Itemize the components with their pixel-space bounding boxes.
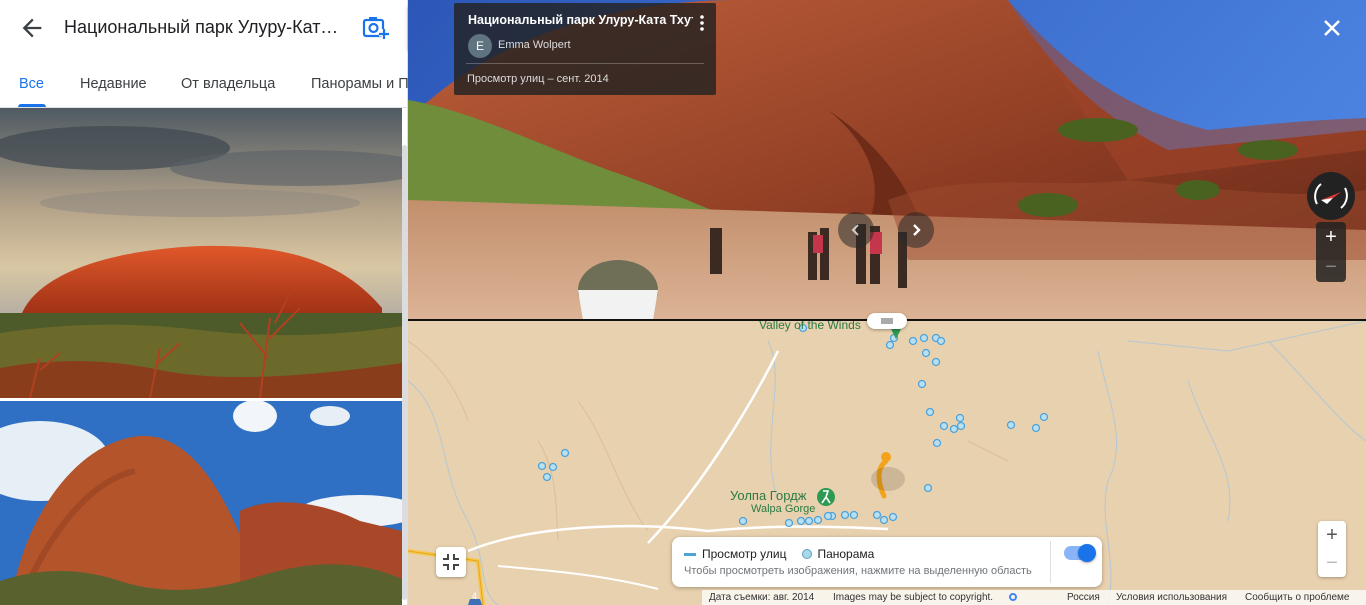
panel-header: Национальный парк Улуру-Ката Тхута — [0, 0, 408, 56]
back-button[interactable] — [18, 14, 46, 42]
legend-divider — [1050, 541, 1051, 583]
nav-arrow-forward[interactable] — [898, 212, 934, 248]
legend-hint: Чтобы просмотреть изображения, нажмите н… — [684, 565, 1032, 577]
compass-icon — [1314, 183, 1348, 209]
map-zoom: + − — [1318, 521, 1346, 577]
more-options-button[interactable] — [694, 13, 710, 33]
google-logo-icon — [1009, 593, 1017, 601]
drag-handle-icon — [881, 318, 893, 324]
author-avatar[interactable]: E — [468, 34, 492, 58]
chevron-left-icon — [851, 224, 859, 236]
close-icon — [1324, 20, 1340, 36]
street-view-layer-toggle[interactable] — [1064, 544, 1096, 562]
footer-report-link[interactable]: Сообщить о проблеме — [1245, 592, 1349, 603]
add-photo-button[interactable] — [360, 12, 392, 44]
add-photo-icon — [362, 17, 389, 39]
map-zoom-out-button[interactable]: − — [1318, 549, 1346, 577]
map-label-gorge-en[interactable]: Walpa Gorge — [751, 503, 815, 515]
photos-panel: Национальный парк Улуру-Ката Тхута Все Н… — [0, 0, 408, 605]
split-drag-handle[interactable] — [867, 313, 907, 329]
map-label-gorge-ru[interactable]: Уолпа Гордж — [730, 488, 806, 503]
toggle-knob — [1078, 544, 1096, 562]
close-button[interactable] — [1318, 14, 1346, 42]
photo-tabs: Все Недавние От владельца Панорамы и П — [0, 58, 408, 108]
tab-recent[interactable]: Недавние — [80, 76, 147, 92]
legend-street-view-label: Просмотр улиц — [702, 547, 787, 561]
capture-date: Просмотр улиц – сент. 2014 — [467, 73, 609, 85]
photo-kata-tjuta[interactable] — [0, 401, 402, 605]
map-legend: Просмотр улиц Панорама Чтобы просмотреть… — [672, 537, 1102, 587]
fullscreen-exit-icon — [443, 554, 459, 570]
chevron-right-icon — [913, 224, 921, 236]
nav-arrow-back[interactable] — [838, 212, 874, 248]
card-divider — [466, 63, 704, 64]
sv-zoom-out-button[interactable]: − — [1316, 252, 1346, 282]
footer-country[interactable]: Россия — [1067, 592, 1100, 603]
photo-uluru-sunset[interactable] — [0, 108, 402, 398]
panel-scrollbar[interactable] — [402, 145, 407, 600]
road-number-badge: 4 — [472, 591, 478, 601]
panorama-info-card: Национальный парк Улуру-Ката Тхута E Emm… — [454, 3, 716, 95]
footer-terms-link[interactable]: Условия использования — [1116, 592, 1227, 603]
panorama-dot-icon — [802, 549, 813, 559]
footer-capture-date: Дата съемки: авг. 2014 — [709, 592, 815, 603]
street-view-zoom: + − — [1316, 222, 1346, 282]
arrow-back-icon — [22, 18, 42, 38]
active-tab-indicator — [18, 104, 46, 107]
footer-copyright[interactable]: Images may be subject to copyright. — [833, 592, 993, 603]
more-vert-icon — [700, 15, 704, 31]
legend-panorama-label: Панорама — [817, 547, 875, 561]
panorama-title: Национальный парк Улуру-Ката Тхута — [468, 13, 693, 27]
map-label-valley[interactable]: Valley of the Winds — [759, 321, 861, 332]
tab-panoramas[interactable]: Панорамы и П — [311, 76, 408, 92]
street-view-line-icon — [684, 552, 696, 556]
sv-zoom-in-button[interactable]: + — [1316, 222, 1346, 252]
minimize-map-button[interactable] — [436, 547, 466, 577]
author-link[interactable]: Emma Wolpert — [498, 39, 571, 51]
legend-items: Просмотр улиц Панорама — [684, 547, 874, 561]
tab-by-owner[interactable]: От владельца — [181, 76, 275, 92]
map-zoom-in-button[interactable]: + — [1318, 521, 1346, 549]
compass-control[interactable] — [1307, 172, 1355, 220]
map-footer: Дата съемки: авг. 2014 Images may be sub… — [702, 590, 1366, 605]
page-title: Национальный парк Улуру-Ката Тхута — [64, 17, 344, 37]
tab-all[interactable]: Все — [19, 76, 44, 92]
